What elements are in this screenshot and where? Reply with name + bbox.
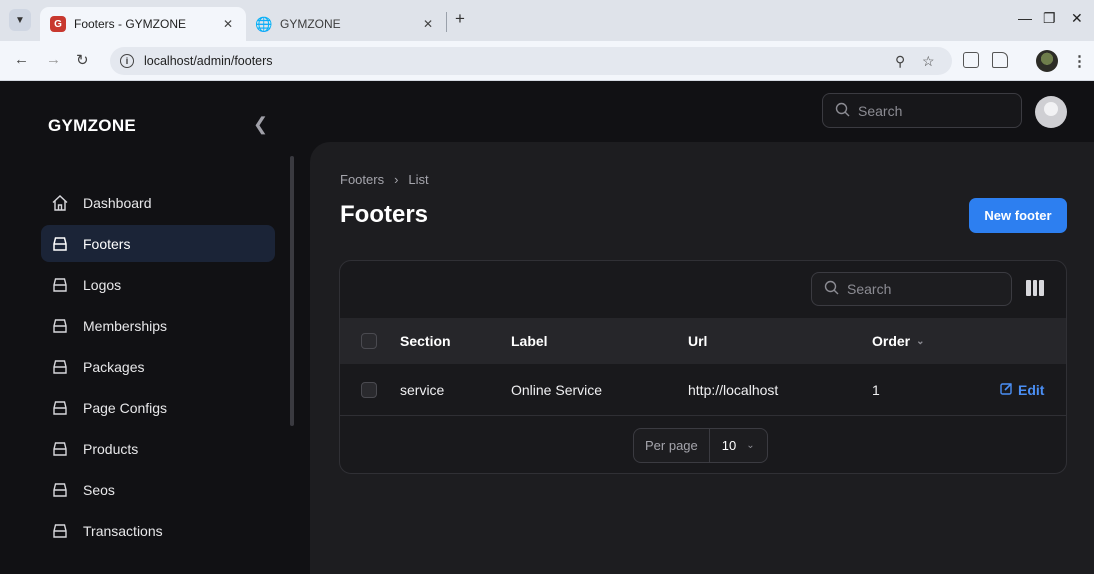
breadcrumb-link-footers[interactable]: Footers [340, 172, 384, 187]
browser-tab-active[interactable]: G Footers - GYMZONE ✕ [40, 7, 246, 41]
gymzone-favicon-icon: G [50, 16, 66, 32]
sidebar-item-label: Page Configs [83, 399, 168, 416]
tray-icon [51, 399, 69, 417]
user-avatar[interactable] [1035, 96, 1067, 128]
search-placeholder: Search [847, 281, 892, 297]
collapse-sidebar-icon[interactable]: ❮ [253, 114, 268, 135]
tray-icon [51, 522, 69, 540]
sidebar-item-packages[interactable]: Packages [41, 348, 275, 385]
sidebar-item-label: Products [83, 440, 139, 457]
site-info-icon[interactable]: i [120, 54, 134, 68]
sort-chevron-down-icon: ⌄ [916, 335, 925, 347]
close-window-button[interactable]: ✕ [1071, 10, 1083, 27]
tray-icon [51, 235, 69, 253]
admin-app: GYMZONE ❮ Dashboard Footers Logos Member… [0, 81, 1094, 574]
zoom-icon[interactable]: ⚲ [895, 53, 905, 70]
cell-label: Online Service [511, 381, 603, 398]
edit-label: Edit [1018, 381, 1045, 398]
brand-logo[interactable]: GYMZONE [48, 116, 136, 136]
sidebar-item-label: Seos [83, 481, 115, 498]
tray-icon [51, 317, 69, 335]
tray-icon [51, 481, 69, 499]
close-tab-icon[interactable]: ✕ [420, 17, 436, 31]
column-header-order[interactable]: Order ⌄ [872, 318, 925, 364]
breadcrumb-separator-icon: › [394, 172, 399, 187]
footers-table-card: Search Section Label Url Order ⌄ service… [339, 260, 1067, 474]
forward-arrow-icon[interactable]: → [46, 51, 61, 68]
browser-tab-bar: ▼ G Footers - GYMZONE ✕ 🌐 GYMZONE ✕ + — … [0, 0, 1094, 41]
browser-menu-icon[interactable]: ⋮ [1072, 52, 1087, 70]
chevron-down-icon: ⌄ [746, 440, 755, 451]
per-page-label: Per page [634, 429, 710, 462]
column-header-label[interactable]: Label [511, 318, 548, 364]
back-arrow-icon[interactable]: ← [14, 51, 29, 68]
table-row[interactable]: service Online Service http://localhost … [340, 364, 1066, 416]
globe-favicon-icon: 🌐 [255, 15, 273, 32]
per-page-select[interactable]: Per page 10 ⌄ [633, 428, 768, 463]
cell-url: http://localhost [688, 381, 779, 398]
sidebar-item-products[interactable]: Products [41, 430, 275, 467]
sidebar-item-label: Transactions [83, 522, 163, 539]
extension-icon[interactable] [963, 52, 979, 68]
sidebar-item-seos[interactable]: Seos [41, 471, 275, 508]
new-footer-button[interactable]: New footer [969, 198, 1067, 233]
url-text: localhost/admin/footers [144, 54, 273, 68]
restore-button[interactable]: ❐ [1043, 10, 1056, 27]
sidebar-item-memberships[interactable]: Memberships [41, 307, 275, 344]
sidebar-item-footers[interactable]: Footers [41, 225, 275, 262]
sidebar: GYMZONE ❮ Dashboard Footers Logos Member… [0, 81, 310, 574]
edit-pencil-icon [1000, 382, 1013, 398]
home-icon [51, 194, 69, 212]
per-page-value[interactable]: 10 ⌄ [710, 438, 767, 453]
browser-toolbar: ← → ↻ i localhost/admin/footers ⚲ ☆ ⋮ [0, 41, 1094, 81]
main-content: Footers › List Footers New footer Search… [310, 142, 1094, 574]
column-header-section[interactable]: Section [400, 318, 451, 364]
close-tab-icon[interactable]: ✕ [220, 17, 236, 31]
sidebar-item-label: Dashboard [83, 194, 152, 211]
tab-title: Footers - GYMZONE [74, 17, 187, 31]
address-bar[interactable]: i localhost/admin/footers [110, 47, 952, 75]
table-header: Section Label Url Order ⌄ [340, 318, 1066, 364]
profile-avatar[interactable] [1036, 50, 1058, 72]
toggle-columns-icon[interactable] [1026, 280, 1045, 296]
cell-order: 1 [872, 381, 880, 398]
breadcrumb: Footers › List [340, 172, 429, 187]
sidebar-item-dashboard[interactable]: Dashboard [41, 184, 275, 221]
sidebar-item-label: Logos [83, 276, 122, 293]
tray-icon [51, 440, 69, 458]
tray-icon [51, 276, 69, 294]
edit-button[interactable]: Edit [1000, 364, 1044, 415]
column-header-url[interactable]: Url [688, 318, 707, 364]
sidebar-nav: Dashboard Footers Logos Memberships Pack… [41, 184, 275, 553]
new-tab-button[interactable]: + [455, 9, 465, 29]
sidebar-item-label: Packages [83, 358, 145, 375]
page-title: Footers [340, 201, 429, 228]
search-placeholder: Search [858, 102, 903, 119]
minimize-button[interactable]: — [1018, 10, 1032, 26]
search-icon [835, 102, 850, 120]
tray-icon [51, 358, 69, 376]
column-header-label: Order [872, 333, 911, 349]
tab-search-button[interactable]: ▼ [9, 9, 31, 31]
sidebar-item-transactions[interactable]: Transactions [41, 512, 275, 549]
reload-icon[interactable]: ↻ [76, 51, 89, 69]
sidebar-item-page-configs[interactable]: Page Configs [41, 389, 275, 426]
tab-divider [446, 12, 447, 32]
extensions-puzzle-icon[interactable] [992, 52, 1008, 68]
table-search-input[interactable]: Search [811, 272, 1012, 306]
browser-tab-inactive[interactable]: 🌐 GYMZONE ✕ [246, 7, 446, 41]
per-page-selected: 10 [721, 438, 737, 453]
row-checkbox[interactable] [361, 381, 377, 398]
global-search-input[interactable]: Search [822, 93, 1022, 128]
select-all-checkbox[interactable] [361, 333, 377, 349]
bookmark-star-icon[interactable]: ☆ [922, 53, 935, 70]
sidebar-item-logos[interactable]: Logos [41, 266, 275, 303]
tab-title: GYMZONE [280, 17, 341, 31]
search-icon [824, 280, 839, 298]
sidebar-item-label: Memberships [83, 317, 168, 334]
cell-section: service [400, 381, 445, 398]
sidebar-item-label: Footers [83, 235, 131, 252]
breadcrumb-current: List [408, 172, 429, 187]
sidebar-scrollbar[interactable] [290, 156, 294, 426]
